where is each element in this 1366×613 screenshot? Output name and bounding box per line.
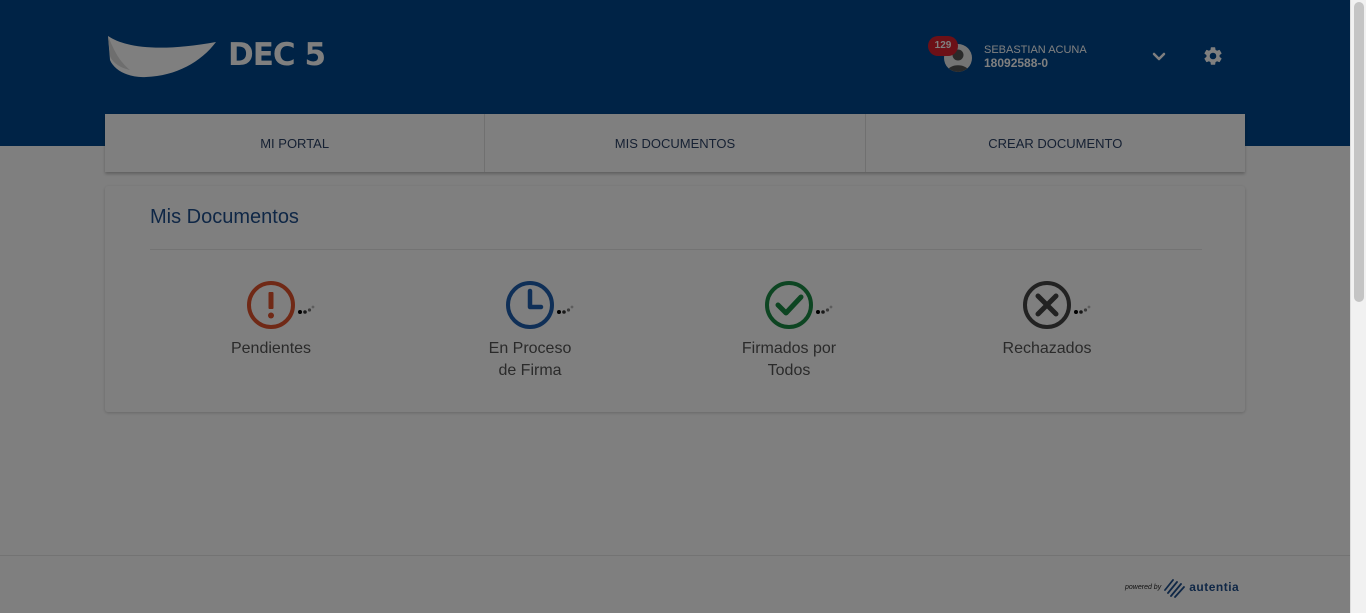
- page-background: DEC 5 129 SEBASTIAN ACUNA 18092588-0 MI …: [0, 0, 1350, 613]
- scrollbar[interactable]: [1350, 0, 1366, 613]
- modal-overlay[interactable]: [0, 0, 1350, 613]
- scrollbar-thumb[interactable]: [1354, 2, 1364, 302]
